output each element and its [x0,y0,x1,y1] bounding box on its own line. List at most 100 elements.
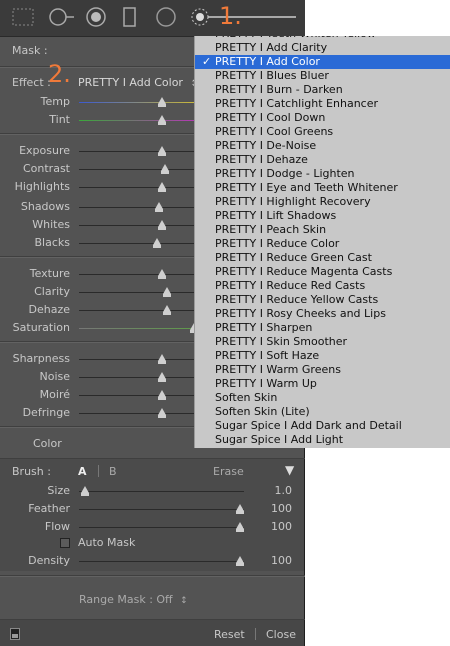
exposure-slider-track[interactable] [79,151,194,152]
brush-erase-tab[interactable]: Erase [213,465,244,478]
menu-item[interactable]: PRETTY I De-Noise [215,139,316,153]
menu-item[interactable]: PRETTY I Reduce Color [215,237,339,251]
moire-slider-thumb[interactable] [158,390,166,400]
menu-item[interactable]: PRETTY I Catchlight Enhancer [215,97,378,111]
sharpness-slider-thumb[interactable] [158,354,166,364]
saturation-slider-track[interactable] [79,328,194,329]
menu-item[interactable]: PRETTY I Soft Haze [215,349,319,363]
feather-value[interactable]: 100 [271,502,292,515]
red-eye-icon[interactable] [84,6,108,28]
dehaze-slider-track[interactable] [79,310,194,311]
menu-item[interactable]: Soften Skin [215,391,277,405]
texture-slider-track[interactable] [79,274,194,275]
density-slider-track[interactable] [79,561,244,562]
brush-a-tab[interactable]: A [78,465,87,478]
menu-item[interactable]: PRETTY I Dehaze [215,153,308,167]
graduated-filter-icon[interactable] [119,6,141,28]
menu-item[interactable]: PRETTY I Lift Shadows [215,209,336,223]
moire-slider-track[interactable] [79,395,194,396]
menu-item[interactable]: PRETTY I Peach Skin [215,223,326,237]
highlights-slider-thumb[interactable] [158,182,166,192]
feather-slider-thumb[interactable] [236,504,244,514]
menu-item[interactable]: Sugar Spice I Add Light [215,433,343,447]
menu-item[interactable]: Sugar Spice I Color Match [215,447,357,448]
menu-item[interactable]: PRETTY I Blues Bluer [215,69,329,83]
menu-item[interactable]: PRETTY I Cool Greens [215,125,333,139]
color-label: Color [33,437,62,450]
brush-label: Brush : [12,465,51,478]
menu-item[interactable]: Soften Skin (Lite) [215,405,310,419]
adjustment-brush-icon[interactable] [188,6,300,28]
brush-tab-divider [98,465,99,477]
flow-slider-thumb[interactable] [236,522,244,532]
tint-slider-thumb[interactable] [158,115,166,125]
effect-preset-menu[interactable]: PRETTY I Teeth Whiten YellowPRETTY I Add… [194,36,450,448]
noise-label: Noise [39,370,70,383]
menu-item[interactable]: PRETTY I Burn - Darken [215,83,343,97]
size-slider-thumb[interactable] [81,486,90,496]
dehaze-slider-thumb[interactable] [163,305,171,315]
temp-slider-thumb[interactable] [158,97,166,107]
contrast-slider-thumb[interactable] [161,164,169,174]
size-slider-track[interactable] [79,491,244,492]
brush-collapse-icon[interactable]: ▼ [285,463,294,477]
range-mask-value: Range Mask : Off [79,593,173,606]
tint-slider-track[interactable] [79,120,194,121]
saturation-label: Saturation [12,321,70,334]
menu-item[interactable]: PRETTY I Sharpen [215,321,312,335]
flow-slider-track[interactable] [79,527,244,528]
menu-item[interactable]: PRETTY I Eye and Teeth Whitener [215,181,398,195]
range-mask-dropdown[interactable]: Range Mask : Off ↕ [79,593,188,606]
noise-slider-thumb[interactable] [158,372,166,382]
menu-item[interactable]: Sugar Spice I Add Dark and Detail [215,419,402,433]
crop-overlay-icon[interactable] [10,6,36,28]
menu-item[interactable]: PRETTY I Add Color ✓ [195,55,450,69]
menu-item[interactable]: PRETTY I Highlight Recovery [215,195,371,209]
flow-value[interactable]: 100 [271,520,292,533]
menu-item[interactable]: PRETTY I Warm Greens [215,363,341,377]
highlights-slider-track[interactable] [79,187,194,188]
blacks-slider-track[interactable] [79,243,194,244]
brush-b-tab[interactable]: B [109,465,117,478]
auto-mask-checkbox[interactable] [60,538,70,548]
exposure-slider-thumb[interactable] [158,146,166,156]
whites-slider-thumb[interactable] [158,220,166,230]
menu-item[interactable]: PRETTY I Skin Smoother [215,335,347,349]
texture-slider-thumb[interactable] [158,269,166,279]
menu-item[interactable]: PRETTY I Cool Down [215,111,325,125]
blacks-slider-thumb[interactable] [153,238,161,248]
menu-item[interactable]: PRETTY I Reduce Yellow Casts [215,293,378,307]
density-value[interactable]: 100 [271,554,292,567]
temp-slider-track[interactable] [79,102,194,103]
whites-slider-track[interactable] [79,225,194,226]
defringe-slider-track[interactable] [79,413,194,414]
toggle-switch-icon[interactable] [10,628,20,640]
noise-slider-track[interactable] [79,377,194,378]
menu-item[interactable]: PRETTY I Reduce Magenta Casts [215,265,392,279]
clarity-slider-track[interactable] [79,292,194,293]
size-value[interactable]: 1.0 [275,484,293,497]
exposure-label: Exposure [19,144,70,157]
radial-filter-icon[interactable] [154,6,178,28]
menu-item[interactable]: PRETTY I Rosy Cheeks and Lips [215,307,386,321]
effect-dropdown[interactable]: PRETTY I Add Color ↕ [78,76,198,89]
shadows-label: Shadows [20,200,70,213]
menu-item[interactable]: PRETTY I Reduce Green Cast [215,251,372,265]
shadows-slider-track[interactable] [79,207,194,208]
shadows-slider-thumb[interactable] [155,202,163,212]
close-button[interactable]: Close [266,628,296,641]
whites-label: Whites [32,218,70,231]
menu-item[interactable]: PRETTY I Add Clarity [215,41,327,55]
reset-button[interactable]: Reset [214,628,245,641]
density-slider-thumb[interactable] [236,556,244,566]
footer-bar [0,620,304,646]
sharpness-slider-track[interactable] [79,359,194,360]
defringe-slider-thumb[interactable] [158,408,166,418]
menu-item[interactable]: PRETTY I Warm Up [215,377,317,391]
clarity-slider-thumb[interactable] [163,287,171,297]
feather-slider-track[interactable] [79,509,244,510]
spot-removal-icon[interactable] [46,6,76,28]
contrast-slider-track[interactable] [79,169,194,170]
menu-item[interactable]: PRETTY I Reduce Red Casts [215,279,365,293]
menu-item[interactable]: PRETTY I Dodge - Lighten [215,167,355,181]
